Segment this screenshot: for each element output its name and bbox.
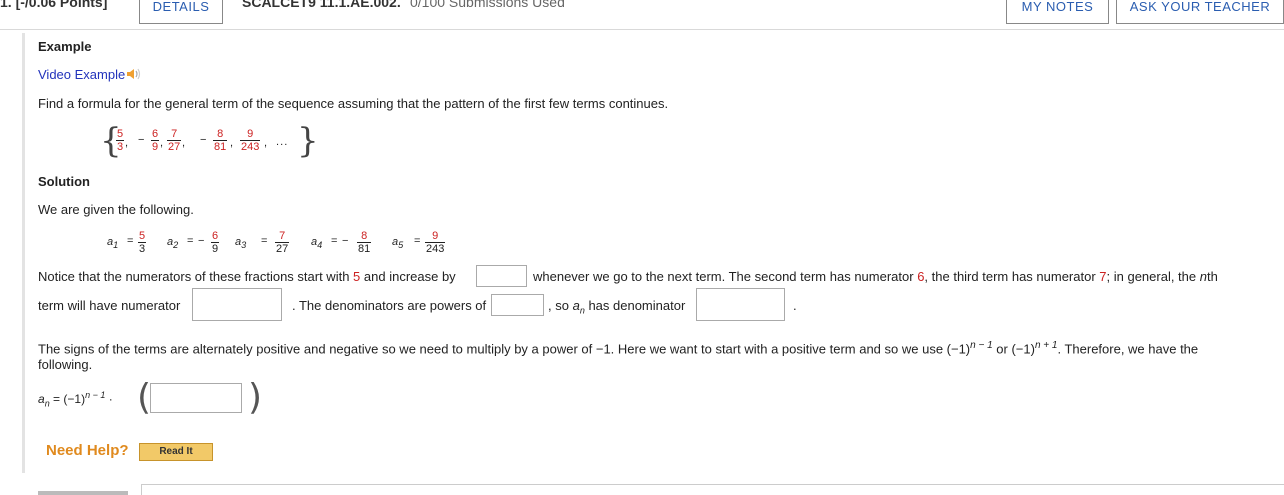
example-prompt: Find a formula for the general term of t… <box>38 96 669 111</box>
bottom-panel <box>141 484 1284 495</box>
question-header: 1. [-/0.06 Points] DETAILS SCALCET9 11.1… <box>0 0 1284 30</box>
has-denominator-text: , so an has denominator <box>548 298 686 316</box>
power-base-input[interactable] <box>491 294 544 316</box>
formula-input[interactable] <box>150 383 242 413</box>
question-points: 1. [-/0.06 Points] <box>0 0 108 10</box>
term-a2: 69 <box>211 230 220 255</box>
left-paren: ( <box>137 377 152 418</box>
denominator-powers-text: . The denominators are powers of <box>292 298 487 313</box>
left-rule <box>22 33 25 473</box>
video-example-label[interactable]: Video Example <box>38 67 125 82</box>
solution-heading: Solution <box>38 174 90 189</box>
details-button[interactable]: DETAILS <box>139 0 223 24</box>
nth-numerator-input[interactable] <box>192 288 282 321</box>
ask-teacher-button[interactable]: ASK YOUR TEACHER <box>1116 0 1284 24</box>
term-a4: 8 81 <box>357 230 372 255</box>
term-a1: 53 <box>138 230 147 255</box>
seq-sign-4: − <box>200 134 207 146</box>
numerator-sentence-cont: whenever we go to the next term. The sec… <box>533 269 1218 284</box>
seq-sign-2: − <box>138 134 145 146</box>
bottom-bar <box>38 491 128 495</box>
seq-term-1: 53 <box>116 128 125 153</box>
denominator-input[interactable] <box>696 288 785 321</box>
seq-term-5: 9 243 <box>240 128 261 153</box>
signs-text: The signs of the terms are alternately p… <box>38 340 1199 357</box>
seq-term-3: 7 27 <box>167 128 182 153</box>
term-a3: 7 27 <box>275 230 290 255</box>
video-example-link[interactable]: Video Example <box>38 67 142 84</box>
example-heading: Example <box>38 39 92 54</box>
numerator-sentence: Notice that the numerators of these frac… <box>38 269 456 284</box>
my-notes-button[interactable]: MY NOTES <box>1006 0 1109 24</box>
right-brace: } <box>297 121 319 161</box>
submissions-count: 0/100 Submissions Used <box>410 0 565 10</box>
term-numerator-text: term will have numerator <box>38 298 181 313</box>
read-it-button[interactable]: Read It <box>139 443 213 461</box>
signs-text-cont: following. <box>38 357 93 372</box>
seq-term-2: 69 <box>151 128 160 153</box>
right-paren: ) <box>248 377 263 418</box>
need-help-label: Need Help? <box>46 442 129 459</box>
seq-term-4: 8 81 <box>213 128 228 153</box>
seq-ellipsis: . . . <box>276 136 287 148</box>
increase-by-input[interactable] <box>476 265 527 287</box>
general-term-formula: an = (−1)n − 1 · <box>38 390 113 409</box>
speaker-icon[interactable] <box>126 67 142 84</box>
assignment-title: SCALCET9 11.1.AE.002. <box>242 0 401 10</box>
given-text: We are given the following. <box>38 202 194 217</box>
term-a5: 9 243 <box>425 230 446 255</box>
